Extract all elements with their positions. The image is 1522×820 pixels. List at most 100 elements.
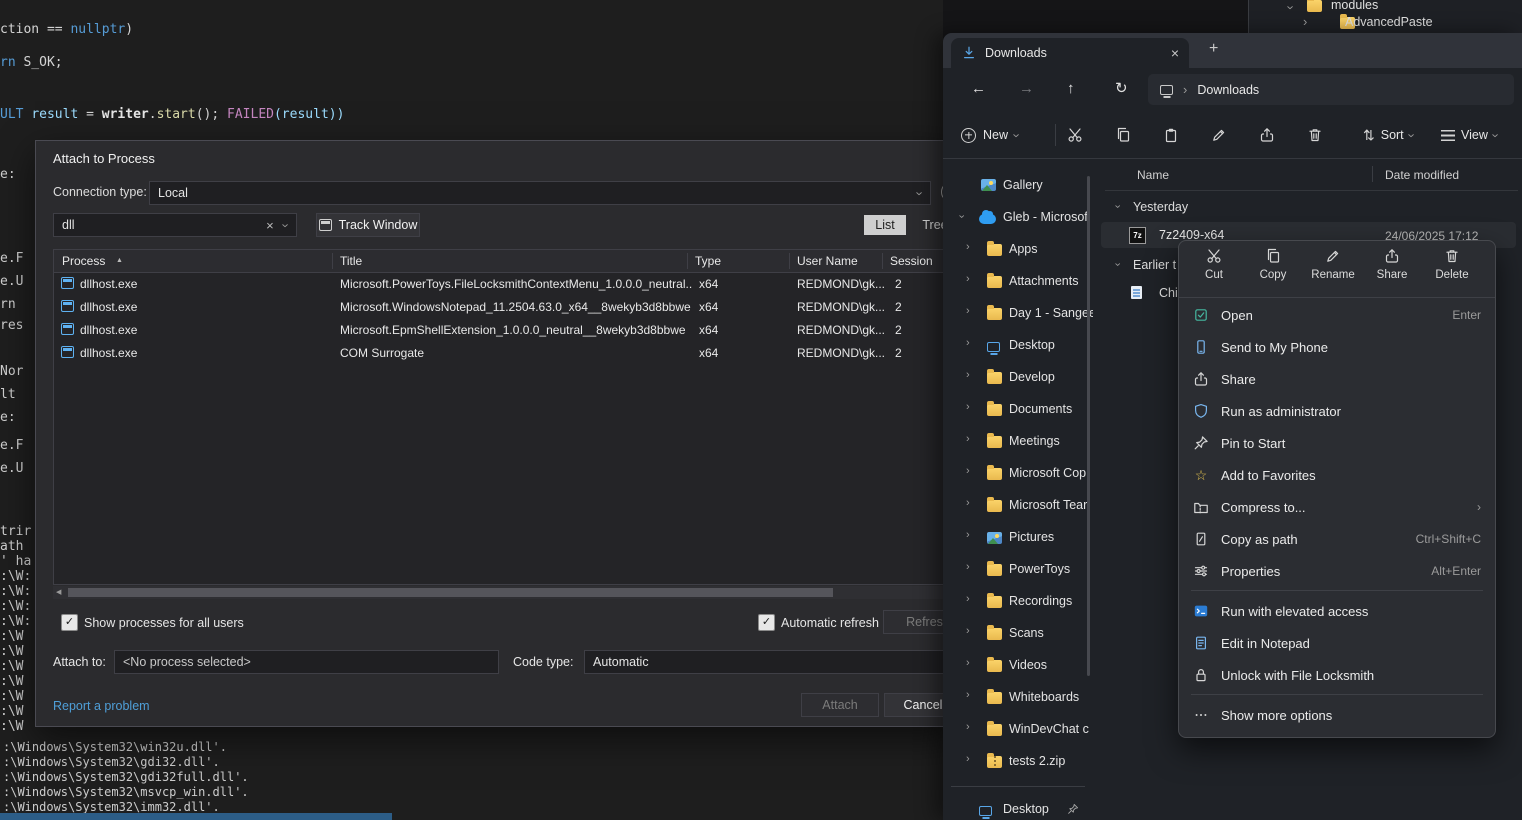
- sidebar-item-whiteboards[interactable]: Whiteboards: [943, 682, 1093, 714]
- group-header-yesterday[interactable]: Yesterday: [1101, 196, 1516, 220]
- copy-command[interactable]: Copy: [1244, 248, 1302, 281]
- table-row[interactable]: dllhost.exe Microsoft.PowerToys.FileLock…: [54, 272, 958, 295]
- chevron-down-icon[interactable]: [955, 215, 966, 219]
- menu-item-unlock-file-locksmith[interactable]: Unlock with File Locksmith: [1185, 659, 1489, 691]
- chevron-right-icon[interactable]: [966, 722, 970, 733]
- tree-item-modules[interactable]: modules: [1331, 0, 1378, 12]
- cut-command[interactable]: Cut: [1185, 248, 1243, 281]
- chevron-right-icon[interactable]: [966, 466, 970, 477]
- menu-item-send-to-phone[interactable]: Send to My Phone: [1185, 331, 1489, 363]
- back-button[interactable]: [971, 81, 986, 96]
- sidebar-item-windevchat[interactable]: WinDevChat c: [943, 714, 1093, 746]
- column-header-user-name[interactable]: User Name: [797, 254, 858, 268]
- address-bar[interactable]: Downloads: [1148, 74, 1514, 105]
- chevron-right-icon[interactable]: [966, 530, 970, 541]
- tab-downloads[interactable]: Downloads: [951, 38, 1189, 68]
- chevron-right-icon[interactable]: [966, 338, 970, 349]
- sidebar-item-recordings[interactable]: Recordings: [943, 586, 1093, 618]
- share-command[interactable]: Share: [1363, 248, 1421, 281]
- list-view-toggle[interactable]: List: [864, 215, 906, 235]
- sidebar-item-onedrive[interactable]: Gleb - Microsof: [943, 202, 1093, 234]
- cut-button[interactable]: [1061, 121, 1089, 149]
- new-button[interactable]: New: [955, 121, 1025, 149]
- sidebar-item-scans[interactable]: Scans: [943, 618, 1093, 650]
- chevron-right-icon[interactable]: [966, 594, 970, 605]
- menu-item-properties[interactable]: Properties Alt+Enter: [1185, 555, 1489, 587]
- menu-item-run-as-administrator[interactable]: Run as administrator: [1185, 395, 1489, 427]
- column-header-date-modified[interactable]: Date modified: [1385, 168, 1459, 182]
- breadcrumb-downloads[interactable]: Downloads: [1197, 83, 1259, 97]
- show-all-users-checkbox[interactable]: [61, 614, 78, 631]
- auto-refresh-checkbox[interactable]: [758, 614, 775, 631]
- chevron-right-icon[interactable]: [966, 402, 970, 413]
- chevron-right-icon[interactable]: [966, 370, 970, 381]
- sidebar-scrollbar[interactable]: [1087, 176, 1090, 676]
- sidebar-item-tests-zip[interactable]: tests 2.zip: [943, 746, 1093, 778]
- filter-dropdown-icon[interactable]: [279, 223, 292, 227]
- sidebar-item-meetings[interactable]: Meetings: [943, 426, 1093, 458]
- column-divider[interactable]: [1372, 166, 1373, 182]
- sidebar-item-desktop-pinned[interactable]: Desktop: [943, 794, 1093, 820]
- table-row[interactable]: dllhost.exe Microsoft.WindowsNotepad_11.…: [54, 295, 958, 318]
- sidebar-item-microsoft-cop[interactable]: Microsoft Cop: [943, 458, 1093, 490]
- chevron-right-icon[interactable]: [966, 306, 970, 317]
- menu-item-pin-to-start[interactable]: Pin to Start: [1185, 427, 1489, 459]
- attach-button[interactable]: Attach: [801, 693, 879, 717]
- sidebar-item-day1[interactable]: Day 1 - Sangee: [943, 298, 1093, 330]
- sidebar-item-desktop[interactable]: Desktop: [943, 330, 1093, 362]
- scrollbar-thumb[interactable]: [68, 588, 833, 597]
- chevron-right-icon[interactable]: [966, 690, 970, 701]
- menu-item-compress-to[interactable]: Compress to...: [1185, 491, 1489, 523]
- menu-item-show-more-options[interactable]: Show more options: [1185, 699, 1489, 731]
- chevron-right-icon[interactable]: [966, 434, 970, 445]
- sort-button[interactable]: Sort: [1363, 121, 1414, 149]
- menu-item-open[interactable]: Open Enter: [1185, 299, 1489, 331]
- code-type-input[interactable]: Automatic: [584, 650, 956, 674]
- view-button[interactable]: View: [1441, 121, 1498, 149]
- report-a-problem-link[interactable]: Report a problem: [53, 699, 150, 713]
- refresh-button[interactable]: [1115, 81, 1128, 96]
- sidebar-item-apps[interactable]: Apps: [943, 234, 1093, 266]
- new-tab-icon[interactable]: [1209, 41, 1218, 57]
- attach-to-input[interactable]: <No process selected>: [114, 650, 499, 674]
- chevron-right-icon[interactable]: [966, 562, 970, 573]
- sidebar-item-pictures[interactable]: Pictures: [943, 522, 1093, 554]
- menu-item-add-to-favorites[interactable]: Add to Favorites: [1185, 459, 1489, 491]
- menu-item-copy-as-path[interactable]: Copy as path Ctrl+Shift+C: [1185, 523, 1489, 555]
- table-row[interactable]: dllhost.exe COM Surrogate x64 REDMOND\gk…: [54, 341, 958, 364]
- chevron-right-icon[interactable]: [966, 754, 970, 765]
- column-header-title[interactable]: Title: [340, 254, 362, 268]
- sidebar-item-attachments[interactable]: Attachments: [943, 266, 1093, 298]
- column-header-process[interactable]: Process: [62, 254, 105, 268]
- up-button[interactable]: [1067, 81, 1075, 96]
- sidebar-item-documents[interactable]: Documents: [943, 394, 1093, 426]
- chevron-right-icon[interactable]: [966, 658, 970, 669]
- chevron-right-icon[interactable]: [966, 626, 970, 637]
- share-button[interactable]: [1253, 121, 1281, 149]
- copy-button[interactable]: [1109, 121, 1137, 149]
- rename-command[interactable]: Rename: [1304, 248, 1362, 281]
- menu-item-run-elevated[interactable]: Run with elevated access: [1185, 595, 1489, 627]
- scroll-left-icon[interactable]: [56, 589, 61, 596]
- chevron-right-icon[interactable]: [966, 242, 970, 253]
- rename-button[interactable]: [1205, 121, 1233, 149]
- column-header-type[interactable]: Type: [695, 254, 721, 268]
- chevron-right-icon[interactable]: [966, 274, 970, 285]
- column-header-session[interactable]: Session: [890, 254, 933, 268]
- chevron-right-icon[interactable]: [966, 498, 970, 509]
- sidebar-item-gallery[interactable]: Gallery: [943, 170, 1093, 202]
- clear-filter-icon[interactable]: [266, 219, 274, 232]
- table-row[interactable]: dllhost.exe Microsoft.EpmShellExtension_…: [54, 318, 958, 341]
- delete-command[interactable]: Delete: [1423, 248, 1481, 281]
- process-filter-input[interactable]: dll: [53, 213, 297, 237]
- sidebar-item-powertoys[interactable]: PowerToys: [943, 554, 1093, 586]
- table-hscrollbar[interactable]: [53, 586, 959, 599]
- column-header-name[interactable]: Name: [1137, 168, 1169, 182]
- menu-item-edit-in-notepad[interactable]: Edit in Notepad: [1185, 627, 1489, 659]
- tab-close-icon[interactable]: [1171, 46, 1179, 60]
- forward-button[interactable]: [1019, 81, 1034, 96]
- tree-item-advancedpaste[interactable]: AdvancedPaste: [1345, 15, 1433, 29]
- delete-button[interactable]: [1301, 121, 1329, 149]
- track-window-button[interactable]: Track Window: [316, 213, 420, 237]
- sidebar-item-videos[interactable]: Videos: [943, 650, 1093, 682]
